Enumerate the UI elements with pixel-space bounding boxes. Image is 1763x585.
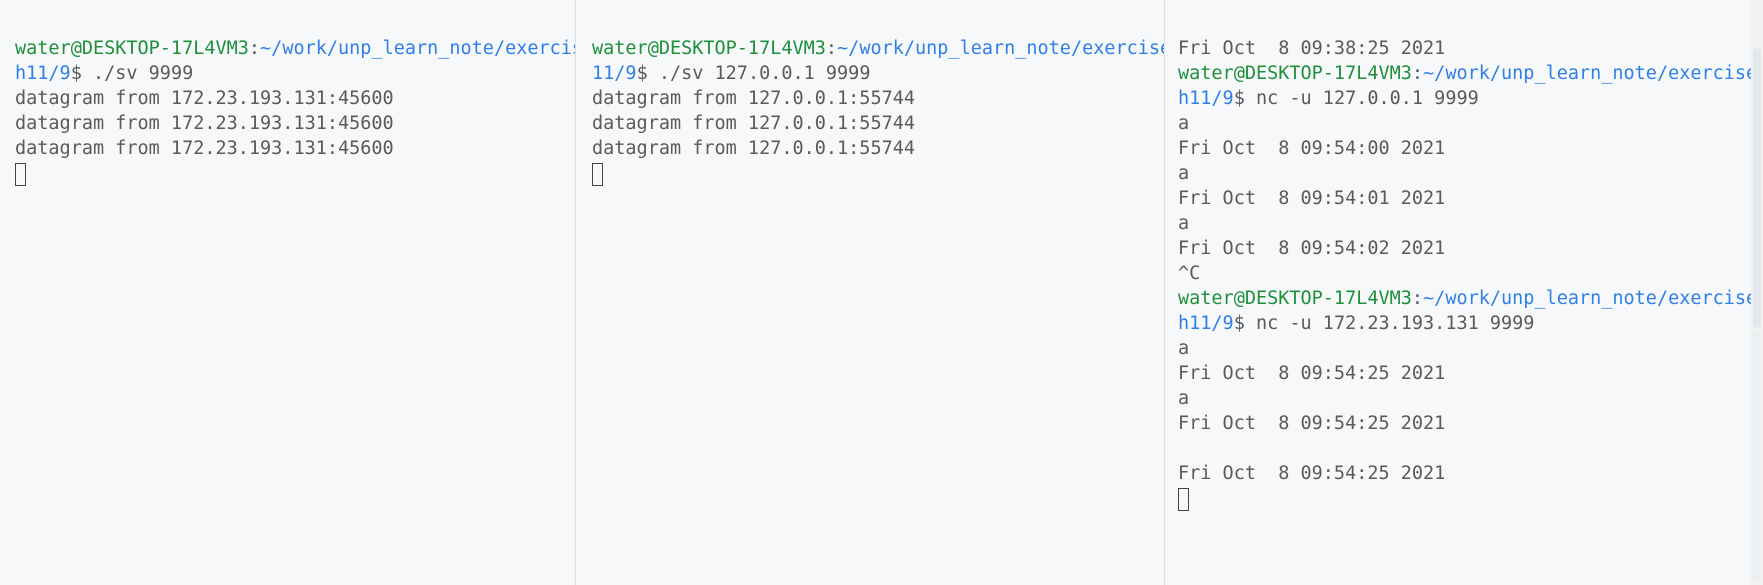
output-line: datagram from 172.23.193.131:45600 (15, 113, 394, 134)
prompt-path-continued: h11/9 (1178, 313, 1234, 334)
output-line: Fri Oct 8 09:54:25 2021 (1178, 413, 1446, 434)
prompt-path-continued: h11/9 (15, 63, 71, 84)
output-line: ^C (1178, 263, 1201, 284)
prompt-separator: : (1411, 288, 1424, 309)
output-line: Fri Oct 8 09:38:25 2021 (1178, 38, 1446, 59)
output-line: datagram from 172.23.193.131:45600 (15, 138, 394, 159)
output-line: a (1178, 338, 1190, 359)
command-text: $ nc -u 172.23.193.131 9999 (1233, 313, 1535, 334)
output-line: Fri Oct 8 09:54:25 2021 (1178, 463, 1446, 484)
pane-2-output: water@DESKTOP-17L4VM3:~/work/unp_learn_n… (592, 36, 1164, 186)
command-text: $ ./sv 127.0.0.1 9999 (636, 63, 871, 84)
output-line: a (1178, 213, 1190, 234)
prompt-user-host: water@DESKTOP-17L4VM3 (592, 38, 826, 59)
prompt-path: ~/work/unp_learn_note/exercise/c (1423, 288, 1751, 309)
terminal-pane-2[interactable]: water@DESKTOP-17L4VM3:~/work/unp_learn_n… (577, 0, 1165, 585)
terminal-cursor (592, 163, 603, 186)
prompt-separator: : (1411, 63, 1424, 84)
output-line: datagram from 127.0.0.1:55744 (592, 113, 916, 134)
command-text: $ ./sv 9999 (70, 63, 194, 84)
prompt-line: water@DESKTOP-17L4VM3:~/work/unp_learn_n… (1178, 61, 1751, 86)
prompt-path: ~/work/unp_learn_note/exercise/c (1423, 63, 1751, 84)
cursor-line (592, 161, 1156, 186)
terminal-cursor (1178, 488, 1189, 511)
output-line: Fri Oct 8 09:54:25 2021 (1178, 363, 1446, 384)
terminal-pane-3[interactable]: Fri Oct 8 09:38:25 2021 water@DESKTOP-17… (1166, 0, 1751, 585)
output-line: Fri Oct 8 09:54:02 2021 (1178, 238, 1446, 259)
pane-1-output: water@DESKTOP-17L4VM3:~/work/unp_learn_n… (15, 36, 575, 186)
prompt-user-host: water@DESKTOP-17L4VM3 (1178, 63, 1412, 84)
prompt-command-line: h11/9$ nc -u 172.23.193.131 9999 (1178, 311, 1743, 336)
scrollbar-thumb[interactable] (1753, 48, 1761, 328)
output-line: a (1178, 163, 1190, 184)
terminal-pane-1[interactable]: water@DESKTOP-17L4VM3:~/work/unp_learn_n… (0, 0, 576, 585)
output-line: datagram from 172.23.193.131:45600 (15, 88, 394, 109)
prompt-path-continued: h11/9 (1178, 88, 1234, 109)
prompt-line: water@DESKTOP-17L4VM3:~/work/unp_learn_n… (1178, 286, 1751, 311)
prompt-command-line: h11/9$ ./sv 9999 (15, 61, 567, 86)
output-line: Fri Oct 8 09:54:01 2021 (1178, 188, 1446, 209)
scrollbar-track[interactable] (1751, 0, 1763, 585)
prompt-user-host: water@DESKTOP-17L4VM3 (1178, 288, 1412, 309)
output-line: Fri Oct 8 09:54:00 2021 (1178, 138, 1446, 159)
output-line: datagram from 127.0.0.1:55744 (592, 138, 916, 159)
terminal-window: water@DESKTOP-17L4VM3:~/work/unp_learn_n… (0, 0, 1763, 585)
scrollbar-thumb-lower[interactable] (1753, 330, 1761, 580)
terminal-cursor (15, 163, 26, 186)
prompt-command-line: 11/9$ ./sv 127.0.0.1 9999 (592, 61, 1156, 86)
prompt-path: ~/work/unp_learn_note/exercise/ch (837, 38, 1164, 59)
cursor-line (15, 161, 567, 186)
output-line: a (1178, 113, 1190, 134)
command-text: $ nc -u 127.0.0.1 9999 (1233, 88, 1479, 109)
prompt-user-host: water@DESKTOP-17L4VM3 (15, 38, 249, 59)
prompt-path: ~/work/unp_learn_note/exercise/c (260, 38, 575, 59)
prompt-separator: : (248, 38, 261, 59)
prompt-line: water@DESKTOP-17L4VM3:~/work/unp_learn_n… (15, 36, 575, 61)
prompt-separator: : (825, 38, 838, 59)
pane-3-output: Fri Oct 8 09:38:25 2021 water@DESKTOP-17… (1178, 36, 1751, 511)
prompt-command-line: h11/9$ nc -u 127.0.0.1 9999 (1178, 86, 1743, 111)
output-line: a (1178, 388, 1190, 409)
prompt-path-continued: 11/9 (592, 63, 637, 84)
output-line: datagram from 127.0.0.1:55744 (592, 88, 916, 109)
prompt-line: water@DESKTOP-17L4VM3:~/work/unp_learn_n… (592, 36, 1164, 61)
cursor-line (1178, 486, 1743, 511)
